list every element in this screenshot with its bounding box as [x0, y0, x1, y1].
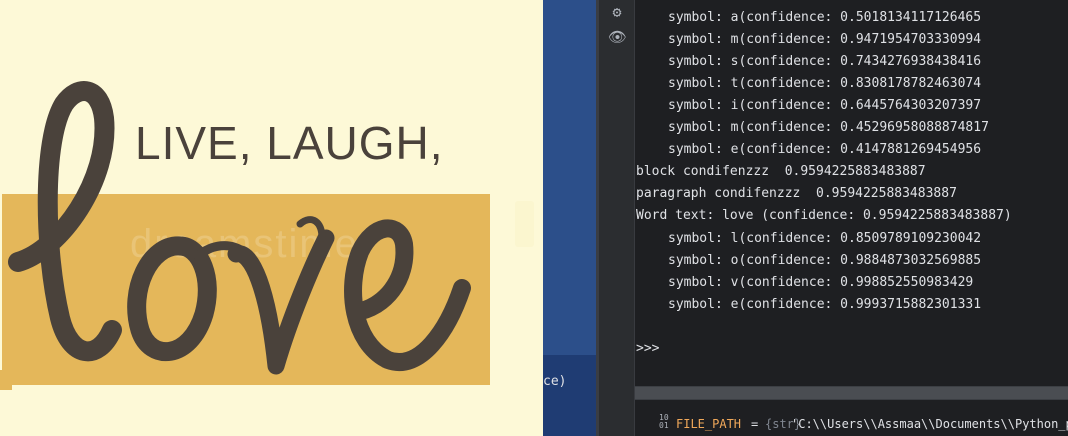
console-line: symbol: t(confidence: 0.8308178782463074	[668, 76, 982, 91]
console-line: symbol: e(confidence: 0.9993715882301331	[668, 297, 982, 312]
python-console-output[interactable]: symbol: a(confidence: 0.5018134117126465…	[635, 0, 1068, 436]
console-line: Word text: love (confidence: 0.959422588…	[636, 208, 1012, 223]
console-scroll-thumb[interactable]	[635, 387, 1068, 399]
editor-gutter-lower	[543, 355, 596, 436]
editor-gutter-strip: ce)	[543, 0, 596, 436]
console-line: block condifenzzz 0.9594225883483887	[636, 164, 926, 179]
console-line: symbol: m(confidence: 0.4529695808887481…	[668, 120, 989, 135]
console-line: symbol: v(confidence: 0.998852550983429	[668, 275, 974, 290]
binary-variable-icon: 10 01	[659, 414, 669, 430]
console-prompt[interactable]: >>>	[636, 341, 659, 356]
console-line: symbol: s(confidence: 0.7434276938438416	[668, 54, 982, 69]
image-preview: LIVE, LAUGH, dreamstime love	[0, 0, 543, 436]
console-line: symbol: i(confidence: 0.6445764303207397	[668, 98, 982, 113]
console-horizontal-scrollbar[interactable]	[635, 386, 1068, 400]
love-script-graphic: love	[8, 81, 471, 375]
variable-value: 'C:\\Users\\Assmaa\\Documents\\Python_pr…	[791, 417, 1068, 431]
console-line: symbol: a(confidence: 0.5018134117126465	[668, 10, 982, 25]
console-line: symbol: m(confidence: 0.9471954703330994	[668, 32, 982, 47]
editor-gutter-text: ce)	[543, 374, 567, 389]
console-line: paragraph condifenzzz 0.9594225883483887	[636, 186, 957, 201]
console-line: symbol: o(confidence: 0.9884873032569885	[668, 253, 982, 268]
settings-icon[interactable]: ⚙	[608, 3, 626, 21]
image-scroll-handle[interactable]	[515, 201, 534, 247]
variable-equals: =	[751, 417, 759, 431]
variable-name: FILE_PATH	[676, 417, 742, 431]
variable-row-file-path[interactable]: 10 01 FILE_PATH = {str} 'C:\\Users\\Assm…	[635, 412, 1068, 436]
icon-digits-bottom: 01	[659, 421, 669, 430]
eye-icon[interactable]: 👁	[608, 28, 627, 46]
console-line: symbol: e(confidence: 0.4147881269454956	[668, 142, 982, 157]
console-line: symbol: l(confidence: 0.8509789109230042	[668, 231, 982, 246]
console-tool-rail: ⚙ 👁	[599, 0, 635, 436]
